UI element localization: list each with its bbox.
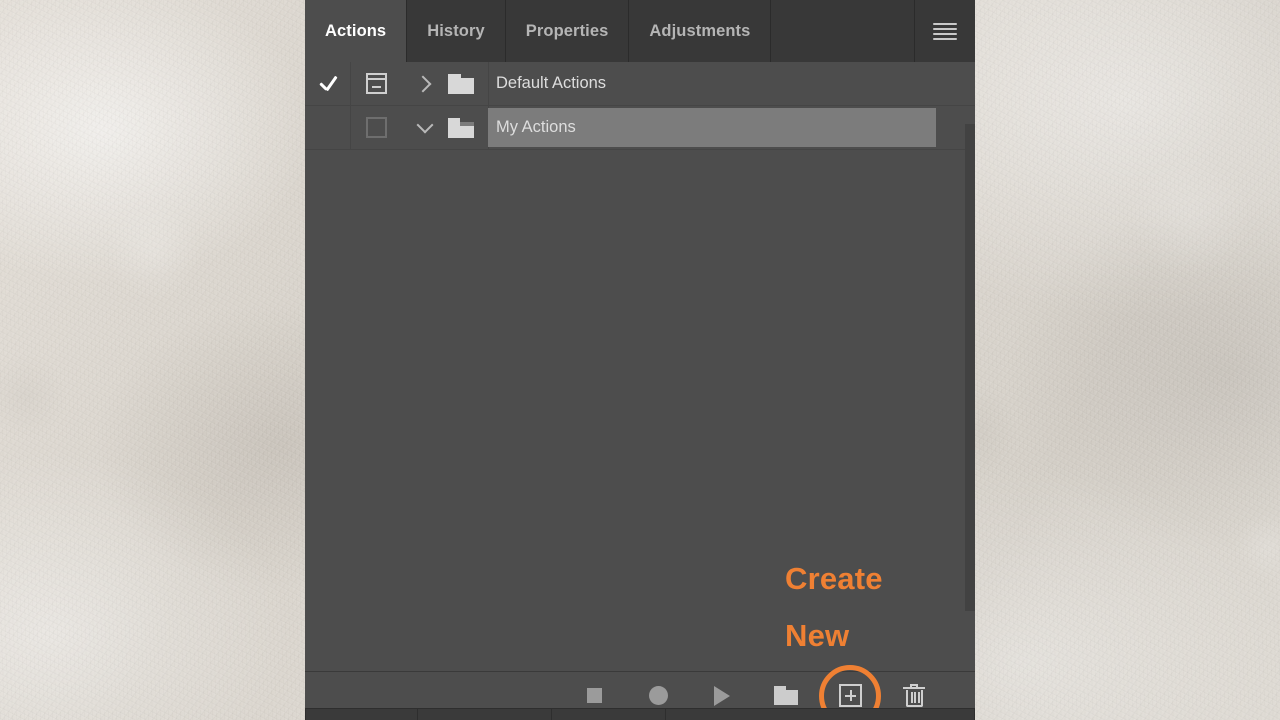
delete-button[interactable] [900, 682, 928, 710]
annotation-line-2: New [785, 618, 850, 653]
begin-recording-button[interactable] [644, 682, 672, 710]
chevron-down-icon [416, 116, 433, 134]
panel-menu-button[interactable] [915, 0, 975, 62]
folder-icon [774, 686, 798, 705]
play-icon [714, 685, 730, 706]
actions-list: Default Actions My Actions Create New [305, 62, 975, 710]
create-new-action-button[interactable] [819, 664, 881, 720]
create-new-set-button[interactable] [772, 682, 800, 710]
row-label: My Actions [496, 118, 576, 136]
new-action-icon [838, 684, 862, 707]
checkmark-icon [318, 74, 338, 94]
row-toggle-on-cell[interactable] [305, 62, 350, 105]
tab-adjustments-label: Adjustments [649, 21, 751, 40]
tab-properties-label: Properties [525, 21, 609, 40]
row-dialog-toggle-cell[interactable] [350, 62, 403, 105]
row-collapse-cell[interactable] [403, 106, 446, 149]
folder-open-icon [448, 117, 474, 138]
stop-icon [586, 688, 602, 703]
tab-actions[interactable]: Actions [305, 0, 408, 62]
trash-icon [903, 683, 925, 708]
panel-tabbar: Actions History Properties Adjustments [305, 0, 975, 62]
tab-adjustments[interactable]: Adjustments [629, 0, 772, 62]
tab-history-label: History [427, 21, 485, 40]
lower-panel-strip [305, 708, 975, 720]
tab-properties[interactable]: Properties [506, 0, 630, 62]
tab-actions-label: Actions [325, 21, 387, 40]
folder-closed-icon [448, 73, 474, 94]
actions-panel: Actions History Properties Adjustments D… [305, 0, 975, 720]
tabbar-spacer [771, 0, 915, 62]
record-icon [648, 686, 668, 705]
dialog-toggle-empty-icon [366, 117, 387, 138]
row-expand-cell[interactable] [403, 62, 446, 105]
row-folder-cell [446, 73, 488, 94]
table-row[interactable]: Default Actions [305, 62, 975, 106]
tab-history[interactable]: History [407, 0, 506, 62]
screenshot-root: Actions History Properties Adjustments D… [0, 0, 1280, 720]
row-toggle-on-cell[interactable] [305, 106, 350, 149]
dialog-toggle-icon [366, 73, 387, 94]
hamburger-menu-icon [933, 20, 957, 43]
row-folder-cell [446, 117, 488, 138]
chevron-right-icon [414, 75, 432, 92]
play-selection-button[interactable] [708, 682, 736, 710]
stop-playing-button[interactable] [580, 682, 608, 710]
row-dialog-toggle-cell[interactable] [350, 106, 403, 149]
row-label: Default Actions [496, 74, 607, 92]
vertical-scrollbar[interactable] [965, 124, 975, 611]
table-row[interactable]: My Actions [305, 106, 975, 150]
annotation-line-1: Create [785, 561, 883, 596]
